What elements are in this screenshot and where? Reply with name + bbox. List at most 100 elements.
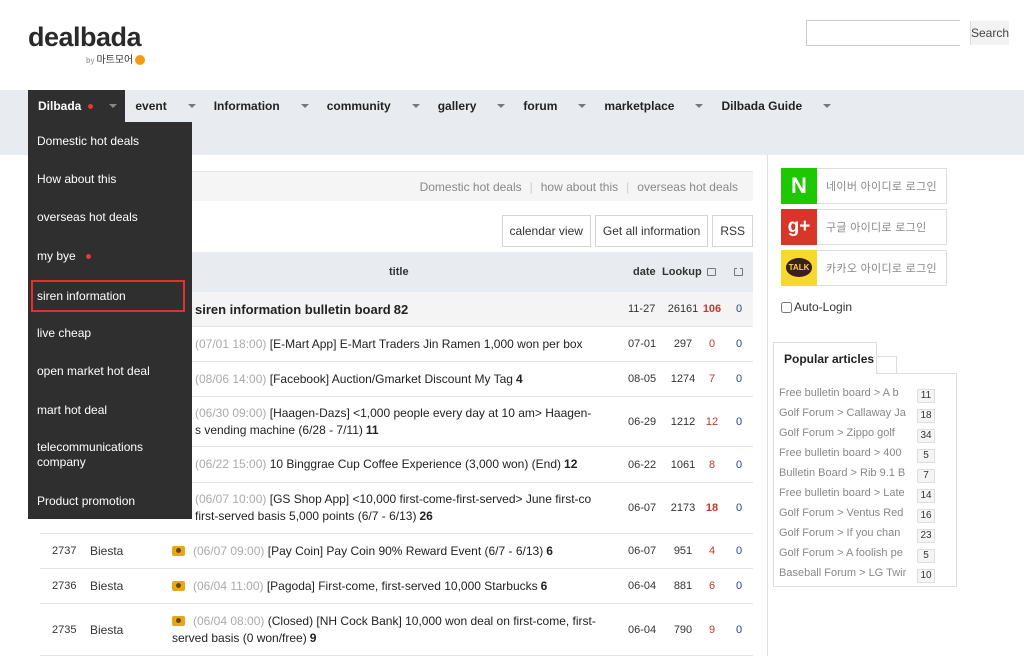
post-title[interactable]: (06/04 08:00) (Closed) [NH Cock Bank] 10…	[172, 604, 622, 655]
search-input[interactable]	[807, 21, 970, 45]
link-overseas-hot-deals[interactable]: overseas hot deals	[637, 180, 738, 194]
downvote-count: 0	[735, 580, 743, 592]
menu-item-my-bye[interactable]: my bye	[28, 237, 192, 275]
list-item[interactable]: Free bulletin board > Late 14	[779, 483, 954, 503]
downvote-count: 0	[735, 458, 743, 471]
site-logo[interactable]: dealbada	[28, 22, 142, 53]
list-item[interactable]: Golf Forum > Callaway Ja 18	[779, 403, 954, 423]
post-writer[interactable]: Biesta	[90, 569, 170, 603]
menu-item-live-cheap[interactable]: live cheap	[28, 314, 192, 352]
kakao-login-button[interactable]: TALK 카카오 아이디로 로그인	[781, 249, 947, 286]
menu-item-overseas-hot-deals[interactable]: overseas hot deals	[28, 198, 192, 236]
nav-item-event[interactable]: event	[125, 90, 203, 122]
menu-item-open-market-hot-deal[interactable]: open market hot deal	[28, 352, 192, 390]
menu-item-mart-hot-deal[interactable]: mart hot deal	[28, 391, 192, 429]
tab-secondary[interactable]	[877, 356, 897, 374]
list-item[interactable]: Free bulletin board > 400 5	[779, 443, 954, 463]
menu-item-product-promotion[interactable]: Product promotion	[28, 482, 192, 520]
downvote-count: 0	[735, 303, 743, 315]
downvote-count: 0	[735, 373, 743, 385]
category-links: Domestic hot deals | how about this | ov…	[170, 171, 753, 201]
post-title[interactable]: (08/06 14:00) [Facebook] Auction/Gmarket…	[195, 362, 643, 396]
post-writer[interactable]: Biesta	[90, 534, 170, 568]
logo-badge-icon	[135, 55, 146, 66]
post-date: 06-07	[628, 502, 657, 514]
upvote-count: 0	[708, 338, 716, 350]
list-item[interactable]: Golf Forum > Zippo golf 34	[779, 423, 954, 443]
view-count: 297	[673, 338, 693, 350]
search-button[interactable]: Search	[970, 21, 1010, 45]
post-title[interactable]: (07/01 18:00) [E-Mart App] E-Mart Trader…	[195, 327, 643, 361]
auto-login-label: Auto-Login	[794, 300, 853, 314]
downvote-count: 0	[735, 415, 743, 428]
calendar-view-button[interactable]: calendar view	[501, 215, 591, 247]
board-toolbar: calendar view Get all information RSS	[498, 215, 753, 247]
menu-item-how-about-this[interactable]: How about this	[28, 160, 192, 198]
header-date[interactable]: date	[633, 252, 656, 292]
table-row[interactable]: 2735 Biesta (06/04 08:00) (Closed) [NH C…	[40, 604, 753, 656]
post-title[interactable]: (06/07 10:00) [GS Shop App] <10,000 firs…	[195, 483, 625, 533]
auto-login-checkbox[interactable]	[781, 301, 792, 313]
view-count: 26161	[667, 303, 699, 315]
comment-count: 82	[393, 301, 409, 317]
thumbs-up-icon[interactable]	[707, 252, 716, 292]
list-item[interactable]: Golf Forum > If you chan 23	[779, 523, 954, 543]
downvote-count: 0	[735, 545, 743, 557]
post-date: 11-27	[628, 303, 656, 315]
post-date: 06-22	[628, 458, 657, 471]
downvote-count: 0	[735, 623, 743, 636]
post-title[interactable]: (06/22 15:00) 10 Binggrae Cup Coffee Exp…	[195, 447, 643, 482]
nav-item-marketplace[interactable]: marketplace	[594, 90, 711, 122]
menu-item-telecommunications-company[interactable]: telecommunications company	[28, 430, 192, 480]
table-row[interactable]: 2736 Biesta (06/04 11:00) [Pagoda] First…	[40, 569, 753, 604]
nav-item-community[interactable]: community	[317, 90, 428, 122]
rss-button[interactable]: RSS	[712, 215, 753, 247]
logo-subtitle: by 마트모어	[86, 51, 146, 66]
list-item[interactable]: Free bulletin board > A b 11	[779, 383, 954, 403]
caret-down-icon	[187, 104, 196, 108]
auto-login-option[interactable]: Auto-Login	[781, 300, 852, 314]
list-item[interactable]: Bulletin Board > Rib 9.1 B7	[779, 463, 954, 483]
list-item[interactable]: Golf Forum > A foolish pe 5	[779, 543, 954, 563]
caret-down-icon	[109, 104, 118, 108]
downvote-count: 0	[735, 502, 743, 514]
upvote-count: 4	[708, 545, 716, 557]
list-item[interactable]: Baseball Forum > LG Twir 10	[779, 563, 954, 583]
camera-icon	[172, 545, 185, 556]
caret-down-icon	[497, 104, 506, 108]
google-plus-icon: g+	[781, 208, 817, 245]
link-how-about-this[interactable]: how about this	[541, 180, 618, 194]
nav-item-information[interactable]: Information	[204, 90, 317, 122]
upvote-count: 8	[708, 458, 716, 471]
nav-item-gallery[interactable]: gallery	[428, 90, 514, 122]
right-sidebar: N 네이버 아이디로 로그인 g+ 구글 아이디로 로그인 TALK 카카오 아…	[767, 155, 1024, 656]
post-title[interactable]: (06/04 11:00) [Pagoda] First-come, first…	[172, 569, 620, 603]
link-domestic-hot-deals[interactable]: Domestic hot deals	[420, 180, 522, 194]
caret-down-icon	[300, 104, 309, 108]
nav-item-forum[interactable]: forum	[513, 90, 594, 122]
table-row[interactable]: 2737 Biesta (06/07 09:00) [Pay Coin] Pay…	[40, 534, 753, 569]
get-all-information-button[interactable]: Get all information	[594, 215, 709, 247]
post-number: 2735	[52, 623, 77, 636]
separator: |	[626, 179, 630, 194]
upvote-count: 18	[705, 502, 719, 514]
list-item[interactable]: Golf Forum > Ventus Red 16	[779, 503, 954, 523]
post-writer[interactable]: Biesta	[90, 604, 170, 655]
post-title[interactable]: siren information bulletin board 82	[195, 292, 643, 326]
menu-item-domestic-hot-deals[interactable]: Domestic hot deals	[28, 122, 192, 160]
nav-item-dilbada[interactable]: Dilbada	[28, 90, 126, 122]
google-login-button[interactable]: g+ 구글 아이디로 로그인	[781, 208, 947, 245]
upvote-count: 6	[708, 580, 716, 592]
upvote-count: 106	[702, 303, 722, 315]
thumbs-down-icon[interactable]	[734, 252, 743, 292]
view-count: 881	[673, 580, 693, 592]
nav-item-dilbada-guide[interactable]: Dilbada Guide	[711, 90, 839, 122]
post-title[interactable]: (06/30 09:00) [Haagen-Dazs] <1,000 peopl…	[195, 397, 625, 446]
naver-login-button[interactable]: N 네이버 아이디로 로그인	[781, 167, 947, 204]
upvote-count: 12	[705, 415, 719, 428]
main-nav: Dilbada event Information community gall…	[0, 90, 1024, 122]
tab-popular-articles[interactable]: Popular articles	[773, 342, 877, 374]
menu-item-siren-information[interactable]: siren information	[30, 279, 186, 313]
header-lookup[interactable]: Lookup	[662, 252, 702, 292]
post-title[interactable]: (06/07 09:00) [Pay Coin] Pay Coin 90% Re…	[172, 534, 620, 568]
